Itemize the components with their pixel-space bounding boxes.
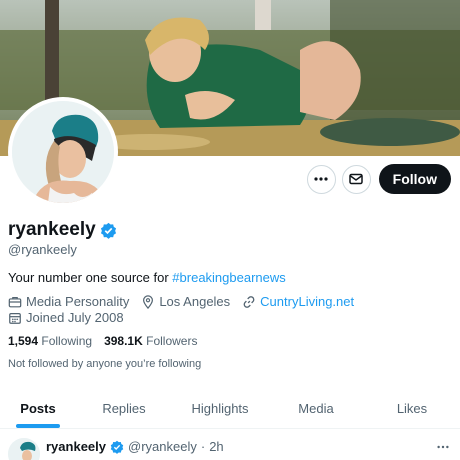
profile-meta: Media Personality Los Angeles CuntryLivi… [8, 294, 366, 309]
profile-avatar[interactable] [8, 97, 118, 207]
category-label: Media Personality [26, 294, 130, 309]
tab-posts[interactable]: Posts [0, 388, 76, 428]
mail-icon [349, 173, 363, 185]
display-name: ryankeely [8, 219, 96, 240]
tab-replies[interactable]: Replies [76, 388, 172, 428]
follow-button[interactable]: Follow [378, 164, 451, 194]
profile-name-row: ryankeely [8, 219, 117, 241]
tweet-author-handle[interactable]: @ryankeely [128, 439, 197, 454]
tab-media[interactable]: Media [268, 388, 364, 428]
follow-stats: 1,594 Following 398.1K Followers [8, 334, 197, 348]
tweet-item[interactable]: ryankeely @ryankeely · 2h [0, 430, 460, 460]
profile-actions: Follow [306, 164, 451, 194]
link-icon [243, 295, 255, 308]
tweet-separator: · [200, 439, 206, 454]
profile-tabs: Posts Replies Highlights Media Likes [0, 388, 460, 429]
tweet-timestamp[interactable]: 2h [209, 439, 223, 454]
followers-label: Followers [146, 334, 198, 348]
location-pin-icon [143, 294, 154, 309]
followers-count: 398.1K [104, 334, 143, 348]
calendar-icon [9, 312, 21, 324]
not-followed-note: Not followed by anyone you’re following [8, 358, 202, 370]
more-icon [314, 177, 328, 181]
following-count: 1,594 [8, 334, 39, 348]
tweet-author-name[interactable]: ryankeely [46, 439, 106, 454]
message-button[interactable] [341, 164, 371, 194]
tab-highlights[interactable]: Highlights [172, 388, 268, 428]
more-icon [437, 445, 449, 449]
profile-handle: @ryankeely [8, 242, 77, 257]
tab-likes[interactable]: Likes [364, 388, 460, 428]
location-item: Los Angeles [141, 294, 230, 309]
verified-badge-icon[interactable] [110, 440, 124, 454]
bio-hashtag-link[interactable]: #breakingbearnews [172, 270, 285, 285]
profile-bio: Your number one source for #breakingbear… [8, 270, 286, 285]
following-label: Following [41, 334, 93, 348]
briefcase-icon [8, 296, 22, 307]
followers-link[interactable]: 398.1K Followers [104, 334, 197, 348]
bio-text: Your number one source for [8, 270, 173, 285]
verified-badge-icon[interactable] [100, 222, 117, 239]
website-item: CuntryLiving.net [242, 294, 354, 309]
more-button[interactable] [306, 164, 336, 194]
category-item: Media Personality [8, 294, 129, 309]
location-label: Los Angeles [159, 294, 231, 309]
tweet-header: ryankeely @ryankeely · 2h [46, 439, 224, 454]
following-link[interactable]: 1,594 Following [8, 334, 92, 348]
tweet-more-button[interactable] [436, 440, 450, 459]
tweet-avatar[interactable] [8, 438, 40, 460]
website-link[interactable]: CuntryLiving.net [260, 294, 354, 309]
profile-joined-row: Joined July 2008 [8, 310, 136, 325]
joined-label: Joined July 2008 [26, 310, 124, 325]
joined-item: Joined July 2008 [8, 310, 124, 325]
